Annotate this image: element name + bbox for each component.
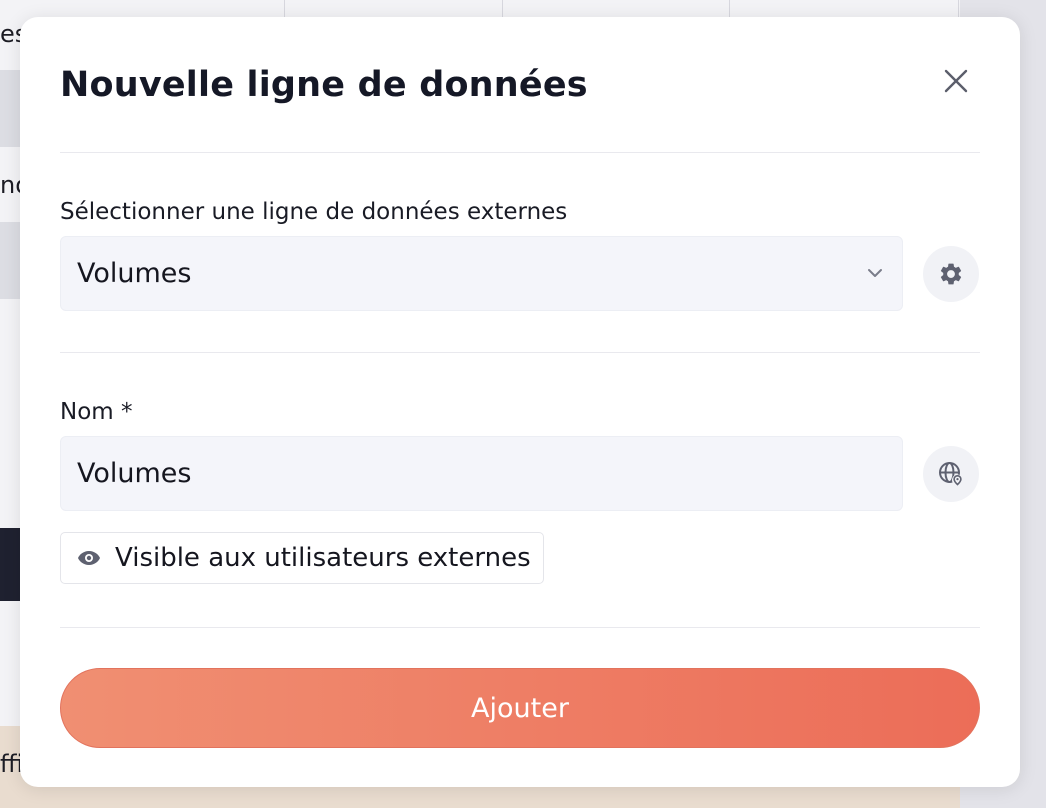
external-row-selected-value: Volumes <box>77 258 192 289</box>
divider <box>60 627 980 628</box>
visibility-label: Visible aux utilisateurs externes <box>115 543 531 573</box>
name-input[interactable] <box>60 436 903 511</box>
divider <box>60 352 980 353</box>
name-translation-button[interactable] <box>923 446 979 502</box>
background-row <box>0 70 20 147</box>
add-button[interactable]: Ajouter <box>60 668 980 748</box>
close-button[interactable] <box>936 61 976 101</box>
close-icon <box>944 69 968 93</box>
background-row <box>0 222 20 299</box>
divider <box>60 152 980 153</box>
external-row-label: Sélectionner une ligne de données extern… <box>60 199 568 225</box>
gear-icon <box>940 263 962 285</box>
name-field-label: Nom * <box>60 399 133 425</box>
eye-icon <box>78 551 100 565</box>
external-row-settings-button[interactable] <box>923 246 979 302</box>
external-row-select[interactable]: Volumes <box>60 236 903 311</box>
globe-icon <box>939 462 963 486</box>
chevron-down-icon <box>866 264 884 282</box>
new-data-row-dialog: Nouvelle ligne de données Sélectionner u… <box>20 17 1020 787</box>
visibility-toggle[interactable]: Visible aux utilisateurs externes <box>60 532 544 584</box>
background-row <box>0 528 20 601</box>
dialog-title: Nouvelle ligne de données <box>60 65 588 105</box>
